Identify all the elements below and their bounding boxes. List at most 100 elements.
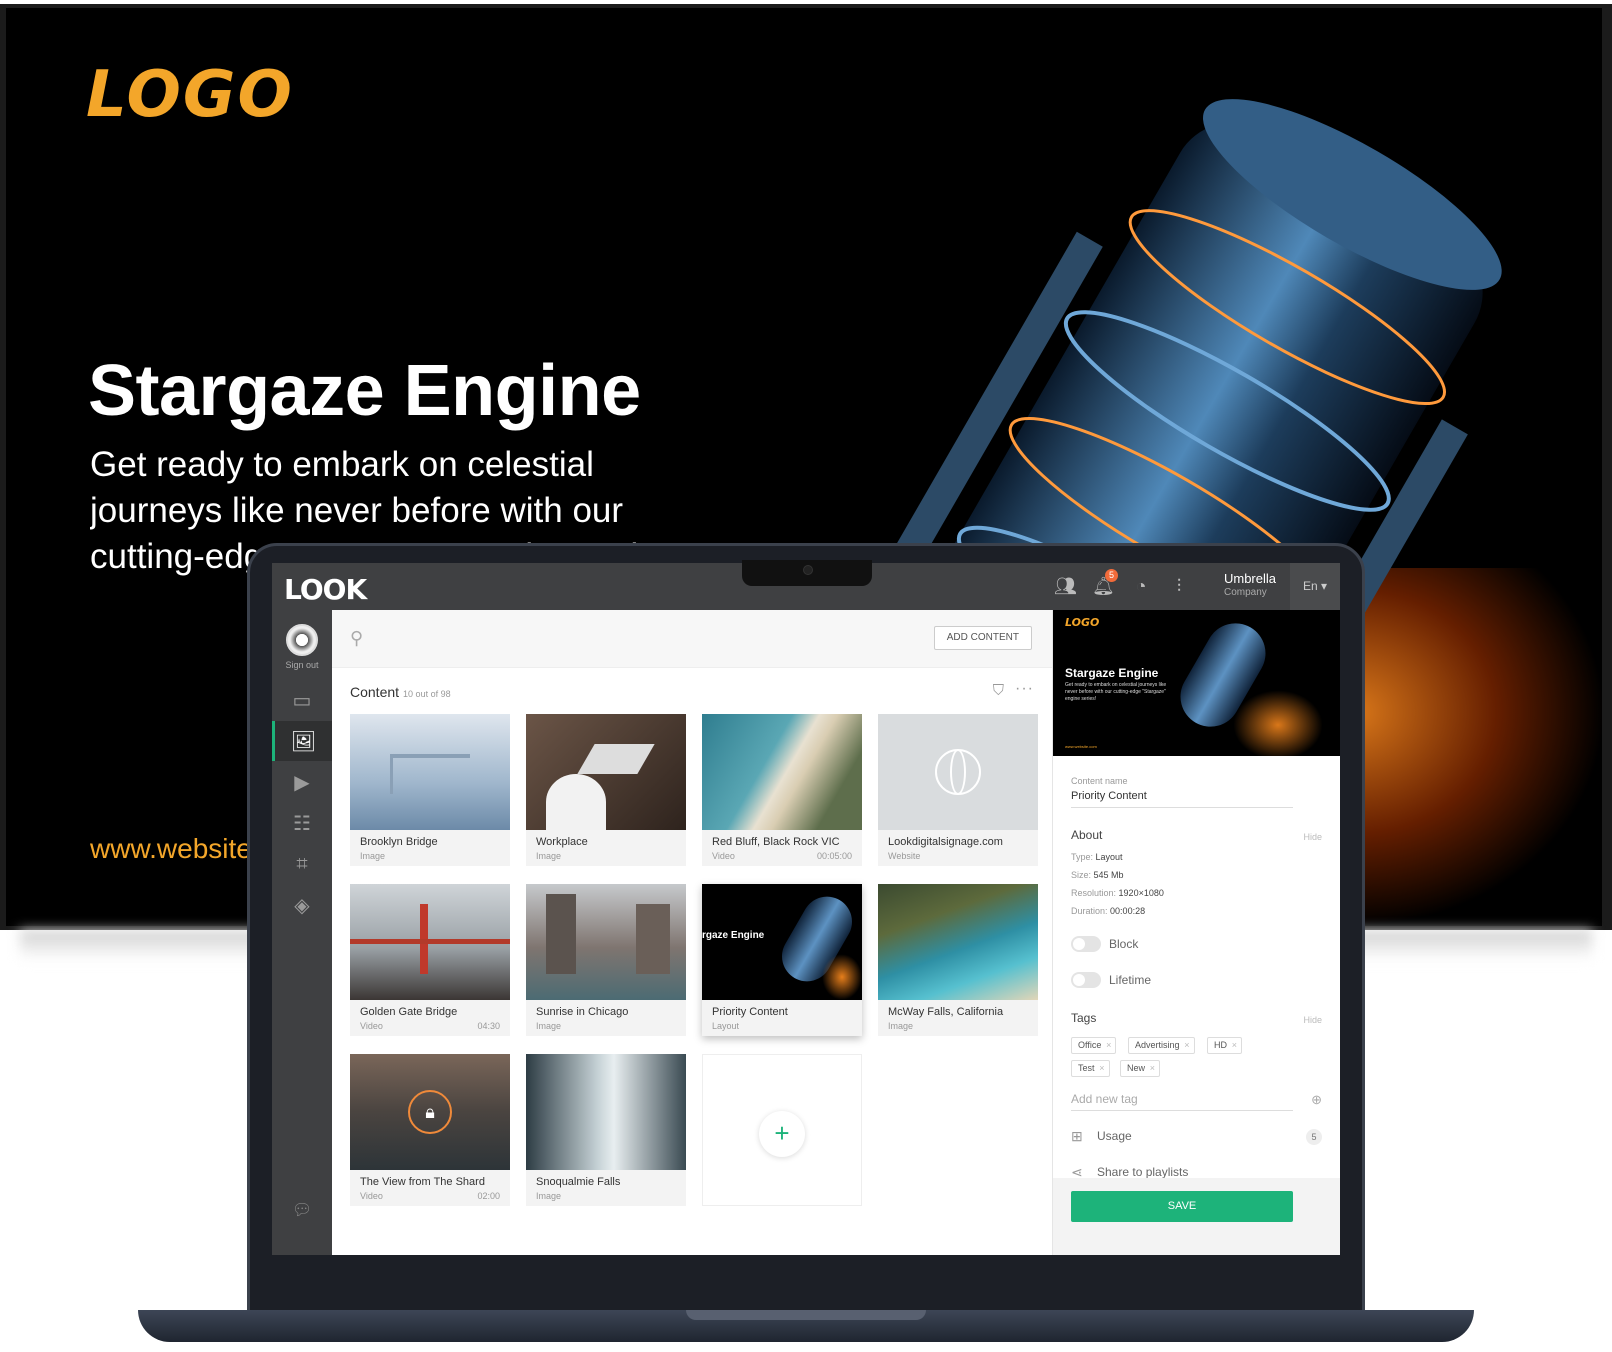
content-card[interactable]: Golden Gate Bridge Video 04:30	[350, 884, 510, 1036]
thumbnail	[350, 714, 510, 830]
tv-title: Stargaze Engine	[88, 351, 641, 431]
content-card-selected[interactable]: rgaze Engine Priority Content Layout	[702, 884, 862, 1036]
schedule-icon[interactable]: ☷	[272, 803, 332, 843]
preview-title: Stargaze Engine	[1065, 666, 1159, 680]
card-type: Image	[536, 1191, 562, 1201]
card-type: Video	[360, 1191, 383, 1201]
content-name-input[interactable]: Priority Content	[1071, 790, 1293, 808]
search-icon[interactable]: ⚲	[350, 628, 363, 649]
thumbnail: rgaze Engine	[702, 884, 862, 1000]
card-duration: 04:30	[477, 1021, 500, 1031]
content-icon[interactable]: 🖼︎	[272, 721, 332, 761]
preview-subtitle: Get ready to embark on celestial journey…	[1065, 682, 1167, 702]
share-label[interactable]: Share to playlists	[1097, 1165, 1188, 1179]
content-card[interactable]: Workplace Image	[526, 714, 686, 866]
tag-test[interactable]: Test	[1071, 1060, 1110, 1077]
tv-logo: LOGO	[86, 58, 294, 132]
thumbnail	[526, 884, 686, 1000]
tag-advertising[interactable]: Advertising	[1128, 1037, 1195, 1054]
about-hide-link[interactable]: Hide	[1303, 832, 1322, 842]
card-type: Image	[888, 1021, 914, 1031]
card-name: Priority Content	[712, 1006, 788, 1018]
add-tag-input[interactable]: Add new tag	[1071, 1092, 1293, 1111]
card-name: Sunrise in Chicago	[536, 1006, 629, 1018]
card-name: Red Bluff, Black Rock VIC	[712, 836, 840, 848]
content-card[interactable]: Sunrise in Chicago Image	[526, 884, 686, 1036]
app-window: LOOK 👥︎ 🔔︎ 5 ◔ ⫶ Umbrella Company En ▾ Si…	[272, 563, 1340, 1255]
thumbnail	[702, 714, 862, 830]
card-duration: 00:05:00	[816, 851, 852, 861]
duration-row: Duration: 00:00:28	[1071, 906, 1146, 916]
thumbnail	[526, 714, 686, 830]
block-toggle[interactable]	[1071, 936, 1101, 952]
tag-new[interactable]: New	[1120, 1060, 1161, 1077]
avatar[interactable]	[286, 624, 318, 656]
content-card[interactable]: McWay Falls, California Image	[878, 884, 1038, 1036]
layers-icon[interactable]: ◈	[272, 885, 332, 925]
add-content-button[interactable]: ADD CONTENT	[933, 626, 1032, 650]
card-type: Video	[360, 1021, 383, 1031]
card-name: Snoqualmie Falls	[536, 1176, 621, 1188]
usage-count: 5	[1306, 1129, 1322, 1145]
widgets-icon[interactable]: ⌗	[272, 844, 332, 884]
company-sub: Company	[1223, 587, 1267, 598]
thumbnail	[526, 1054, 686, 1170]
users-icon[interactable]: 👥︎	[1054, 575, 1077, 597]
resolution-row: Resolution: 1920×1080	[1071, 888, 1164, 898]
pie-chart-icon[interactable]: ◔	[1130, 575, 1152, 597]
tag-office[interactable]: Office	[1071, 1037, 1117, 1054]
thumbnail	[878, 884, 1038, 1000]
save-button[interactable]: SAVE	[1071, 1191, 1293, 1222]
laptop-base-notch	[686, 1310, 926, 1320]
screens-icon[interactable]: ▭	[272, 680, 332, 720]
plus-icon: +	[759, 1111, 805, 1157]
camera	[803, 565, 813, 575]
playlists-icon[interactable]: ▶︎	[272, 762, 332, 802]
app-logo[interactable]: LOOK	[284, 573, 367, 606]
company-switcher[interactable]: Umbrella Company	[1224, 572, 1276, 600]
content-card[interactable]: 🔒︎ The View from The Shard Video 02:00	[350, 1054, 510, 1206]
content-card[interactable]: Brooklyn Bridge Image	[350, 714, 510, 866]
add-content-card[interactable]: +	[702, 1054, 862, 1206]
tag-hd[interactable]: HD	[1207, 1037, 1242, 1054]
content-card[interactable]: Snoqualmie Falls Image	[526, 1054, 686, 1206]
lifetime-label: Lifetime	[1109, 973, 1152, 987]
preview-image: LOGO Stargaze Engine Get ready to embark…	[1053, 610, 1340, 756]
block-label: Block	[1109, 937, 1139, 951]
search-bar: ⚲ ADD CONTENT	[332, 610, 1052, 668]
content-name-label: Content name	[1071, 776, 1128, 786]
sliders-icon[interactable]: ⫶	[1168, 575, 1190, 597]
type-row: Type: Layout	[1071, 852, 1123, 862]
company-name: Umbrella	[1223, 571, 1276, 586]
more-icon[interactable]: ···	[1015, 680, 1034, 698]
card-name: Lookdigitalsignage.com	[888, 836, 1003, 848]
tags-hide-link[interactable]: Hide	[1303, 1015, 1322, 1025]
card-name: The View from The Shard	[360, 1176, 485, 1188]
sign-out-link[interactable]: Sign out	[272, 660, 332, 670]
preview-logo: LOGO	[1065, 616, 1100, 629]
card-type: Image	[360, 851, 386, 861]
thumbnail: 🔒︎	[350, 1054, 510, 1170]
card-type: Video	[712, 851, 735, 861]
size-row: Size: 545 Mb	[1071, 870, 1124, 880]
card-name: Golden Gate Bridge	[360, 1006, 458, 1018]
preview-url: www.website.com	[1065, 744, 1097, 749]
content-title: Content	[350, 684, 400, 700]
content-heading: Content 10 out of 98	[350, 684, 451, 700]
lifetime-toggle[interactable]	[1071, 972, 1101, 988]
add-circle-icon[interactable]: ⊕	[1311, 1092, 1322, 1108]
thumbnail	[878, 714, 1038, 830]
card-type: Image	[536, 1021, 562, 1031]
content-count: 10 out of 98	[403, 689, 451, 699]
chat-icon[interactable]: 💬︎	[292, 1200, 312, 1220]
card-type: Layout	[712, 1021, 740, 1031]
card-name: Workplace	[536, 836, 588, 848]
usage-label[interactable]: Usage	[1097, 1129, 1132, 1143]
content-card[interactable]: Red Bluff, Black Rock VIC Video 00:05:00	[702, 714, 862, 866]
filter-icon[interactable]: ⛉	[993, 682, 1004, 699]
tags-heading: Tags	[1071, 1011, 1097, 1025]
language-select[interactable]: En ▾	[1290, 563, 1340, 610]
topbar-icons: 👥︎ 🔔︎ 5 ◔ ⫶	[1054, 569, 1190, 597]
content-card[interactable]: Lookdigitalsignage.com Website	[878, 714, 1038, 866]
bell-icon[interactable]: 🔔︎ 5	[1092, 569, 1118, 597]
